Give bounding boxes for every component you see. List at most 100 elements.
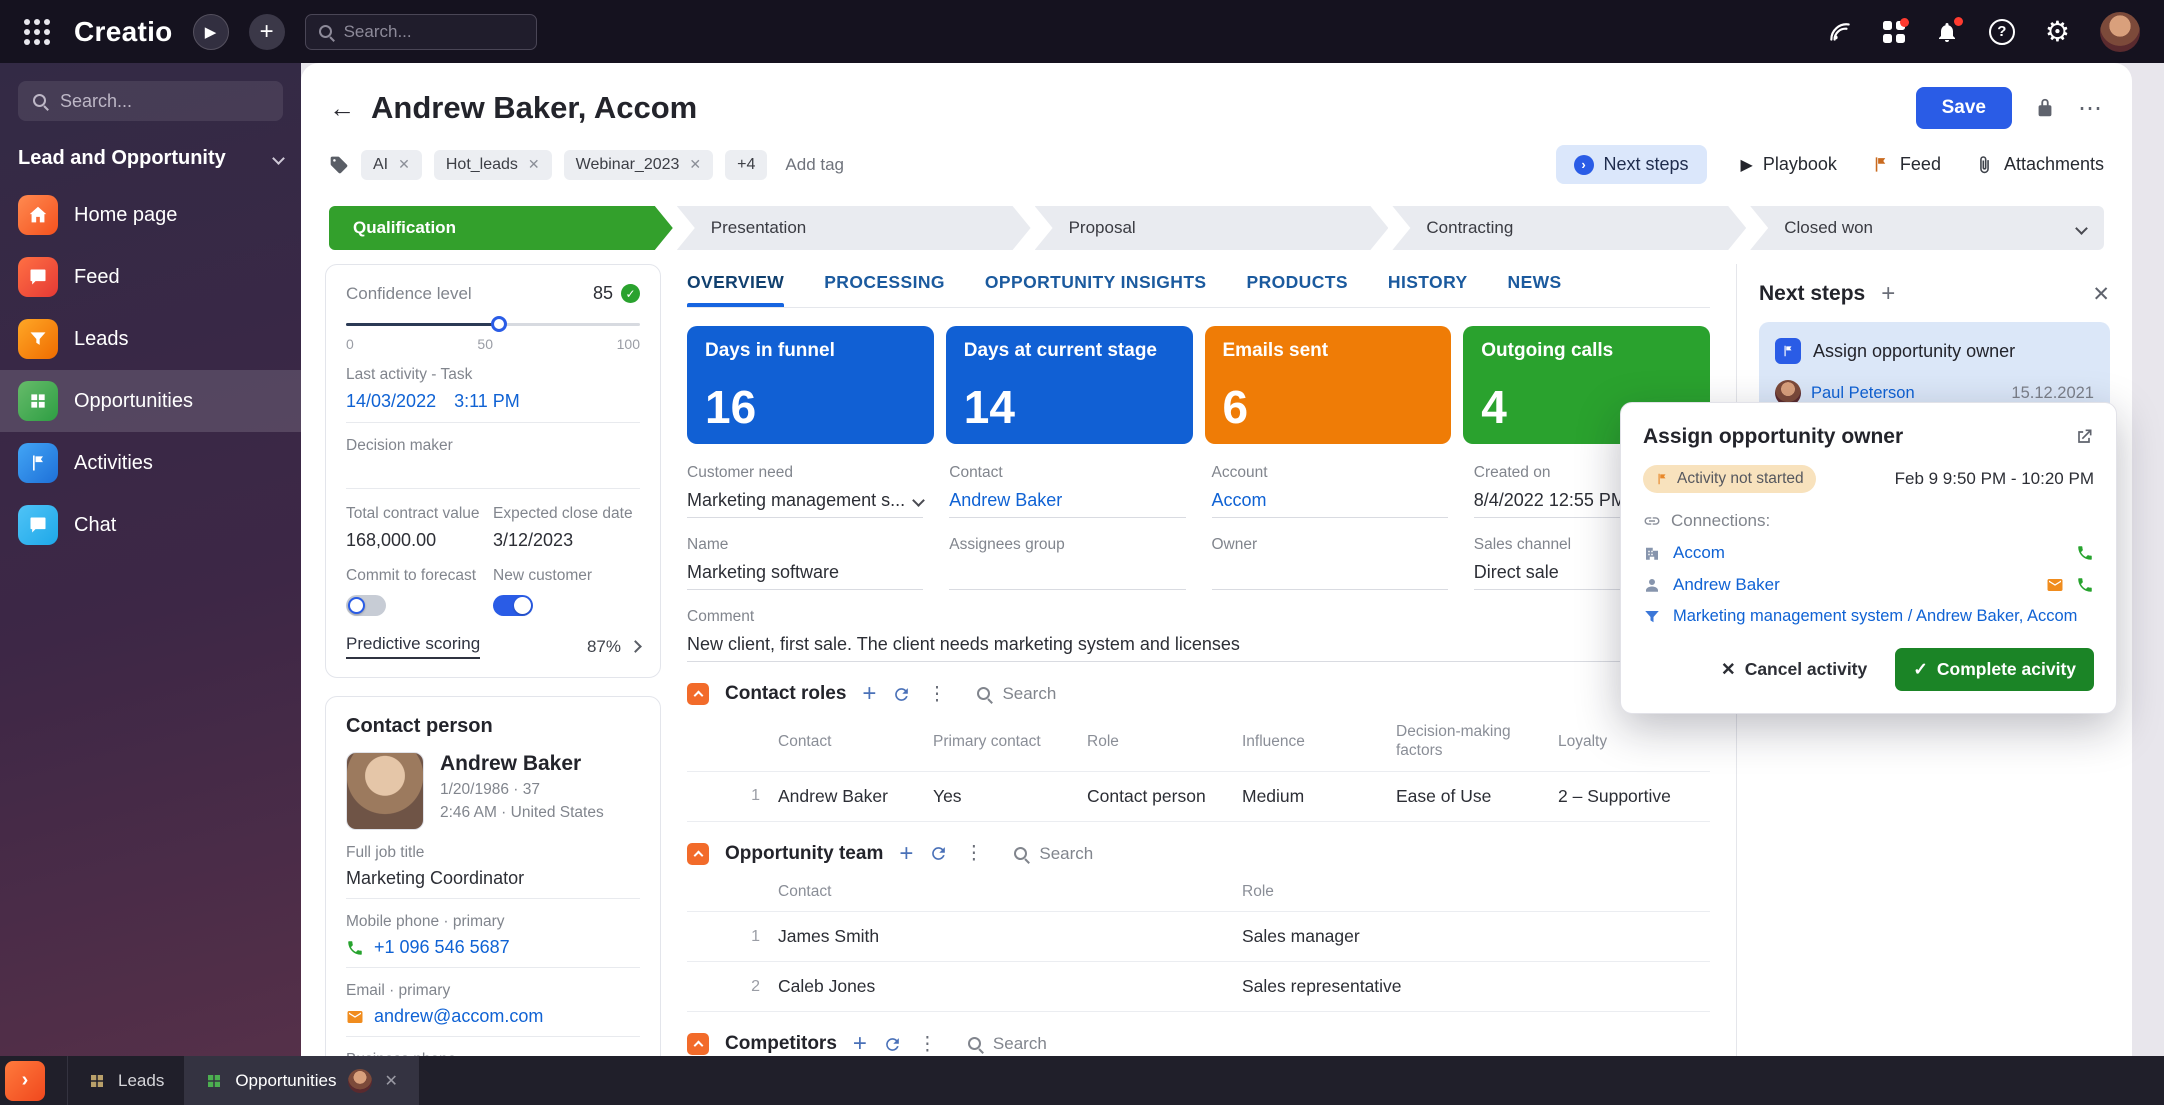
app-launcher-icon[interactable]: [24, 19, 50, 45]
add-tag-button[interactable]: Add tag: [785, 155, 844, 175]
field-assignees-group[interactable]: Assignees group: [949, 536, 1185, 590]
add-row-icon[interactable]: +: [862, 682, 876, 706]
add-row-icon[interactable]: +: [899, 842, 913, 866]
chevron-down-icon[interactable]: [912, 494, 925, 507]
new-customer-toggle[interactable]: [493, 595, 533, 616]
column-header[interactable]: Contact: [778, 722, 933, 761]
lock-icon[interactable]: [2034, 97, 2056, 119]
email-value[interactable]: andrew@accom.com: [374, 1006, 543, 1027]
table-row[interactable]: 1 James Smith Sales manager: [687, 912, 1710, 962]
global-search-input[interactable]: Search...: [305, 14, 537, 50]
pulse-icon[interactable]: [1827, 19, 1853, 45]
chevron-down-icon[interactable]: [2075, 222, 2088, 235]
last-activity-date[interactable]: 14/03/2022: [346, 391, 436, 412]
add-row-icon[interactable]: +: [853, 1032, 867, 1056]
phone-icon[interactable]: [2076, 576, 2094, 594]
decision-maker-value[interactable]: [346, 455, 640, 489]
sidebar-item-chat[interactable]: Chat: [0, 494, 301, 556]
attachments-button[interactable]: Attachments: [1975, 154, 2104, 175]
column-header[interactable]: Influence: [1242, 722, 1396, 761]
notifications-button[interactable]: [1935, 20, 1959, 44]
field-customer-need[interactable]: Customer need Marketing management s...: [687, 464, 923, 518]
column-header[interactable]: Loyalty: [1558, 722, 1710, 761]
section-menu-icon[interactable]: ⋮: [964, 842, 983, 865]
connection-account[interactable]: Accom: [1643, 543, 2094, 563]
refresh-icon[interactable]: [929, 844, 948, 863]
phone-icon[interactable]: [346, 939, 364, 957]
slider-thumb[interactable]: [491, 316, 507, 332]
connection-opportunity[interactable]: Marketing management system / Andrew Bak…: [1643, 607, 2094, 626]
tab-products[interactable]: PRODUCTS: [1247, 264, 1348, 307]
settings-gear-icon[interactable]: ⚙: [2045, 18, 2070, 46]
phone-icon[interactable]: [2076, 544, 2094, 562]
remove-tag-icon[interactable]: ✕: [398, 156, 410, 173]
section-search-input[interactable]: Search: [976, 684, 1056, 704]
stage-closed-won[interactable]: Closed won: [1750, 206, 2104, 250]
collapse-icon[interactable]: [687, 683, 709, 705]
column-header[interactable]: Primary contact: [933, 722, 1087, 761]
tags-more-badge[interactable]: +4: [725, 150, 767, 180]
section-menu-icon[interactable]: ⋮: [918, 1033, 937, 1056]
field-value-link[interactable]: Accom: [1212, 490, 1267, 511]
feed-button[interactable]: Feed: [1871, 154, 1941, 175]
close-tab-icon[interactable]: ✕: [384, 1071, 397, 1091]
more-actions-icon[interactable]: ⋯: [2078, 94, 2104, 123]
job-title-value[interactable]: Marketing Coordinator: [346, 868, 524, 889]
add-step-icon[interactable]: +: [1881, 280, 1895, 308]
expected-close-value[interactable]: 3/12/2023: [493, 530, 640, 551]
field-contact[interactable]: Contact Andrew Baker: [949, 464, 1185, 518]
last-activity-time[interactable]: 3:11 PM: [454, 391, 520, 412]
save-button[interactable]: Save: [1916, 87, 2012, 129]
contact-name[interactable]: Andrew Baker: [440, 752, 604, 776]
add-button[interactable]: +: [249, 14, 285, 50]
field-account[interactable]: Account Accom: [1212, 464, 1448, 518]
tab-processing[interactable]: PROCESSING: [824, 264, 945, 307]
cell-contact-link[interactable]: James Smith: [778, 912, 1242, 961]
section-search-input[interactable]: Search: [967, 1034, 1047, 1054]
refresh-icon[interactable]: [883, 1035, 902, 1054]
stage-proposal[interactable]: Proposal: [1035, 206, 1389, 250]
column-header[interactable]: Role: [1242, 872, 1710, 911]
column-header[interactable]: Decision-making factors: [1396, 712, 1558, 771]
activity-status-badge[interactable]: Activity not started: [1643, 465, 1816, 493]
field-value-link[interactable]: Andrew Baker: [949, 490, 1062, 511]
tag-hot-leads[interactable]: Hot_leads✕: [434, 150, 552, 180]
sidebar-search-input[interactable]: Search...: [18, 81, 283, 121]
next-steps-button[interactable]: › Next steps: [1556, 145, 1707, 184]
field-name[interactable]: Name Marketing software: [687, 536, 923, 590]
sidebar-item-leads[interactable]: Leads: [0, 308, 301, 370]
field-owner[interactable]: Owner: [1212, 536, 1448, 590]
apps-grid-button[interactable]: [1883, 21, 1905, 43]
section-menu-icon[interactable]: ⋮: [927, 683, 946, 706]
tag-webinar[interactable]: Webinar_2023✕: [564, 150, 714, 180]
complete-activity-button[interactable]: ✓ Complete acivity: [1895, 648, 2094, 691]
playbook-button[interactable]: ▶ Playbook: [1741, 154, 1837, 175]
stage-qualification[interactable]: Qualification: [329, 206, 673, 250]
remove-tag-icon[interactable]: ✕: [689, 156, 701, 173]
tag-ai[interactable]: AI✕: [361, 150, 422, 180]
sidebar-item-opportunities[interactable]: Opportunities: [0, 370, 301, 432]
user-avatar[interactable]: [2100, 12, 2140, 52]
cell-contact-link[interactable]: Andrew Baker: [778, 772, 933, 821]
cell-contact-link[interactable]: Caleb Jones: [778, 962, 1242, 1011]
connection-contact[interactable]: Andrew Baker: [1643, 575, 2094, 595]
collapse-icon[interactable]: [687, 1033, 709, 1055]
contact-photo[interactable]: [346, 752, 424, 830]
stage-presentation[interactable]: Presentation: [677, 206, 1031, 250]
workspace-selector[interactable]: Lead and Opportunity: [18, 147, 283, 170]
column-header[interactable]: Role: [1087, 722, 1242, 761]
mail-icon[interactable]: [346, 1008, 364, 1026]
play-button[interactable]: ▶: [193, 14, 229, 50]
predictive-scoring-row[interactable]: Predictive scoring 87%: [346, 634, 640, 659]
table-row[interactable]: 1 Andrew Baker Yes Contact person Medium…: [687, 772, 1710, 822]
open-record-icon[interactable]: [2074, 427, 2094, 447]
sidebar-item-home-page[interactable]: Home page: [0, 184, 301, 246]
mobile-phone-value[interactable]: +1 096 546 5687: [374, 937, 510, 958]
connection-link[interactable]: Marketing management system / Andrew Bak…: [1673, 607, 2077, 626]
tab-overview[interactable]: OVERVIEW: [687, 264, 784, 307]
connection-link[interactable]: Accom: [1673, 543, 1725, 563]
tab-history[interactable]: HISTORY: [1388, 264, 1468, 307]
remove-tag-icon[interactable]: ✕: [528, 156, 540, 173]
taskbar-tab-opportunities[interactable]: Opportunities ✕: [185, 1056, 419, 1105]
connection-link[interactable]: Andrew Baker: [1673, 575, 1780, 595]
